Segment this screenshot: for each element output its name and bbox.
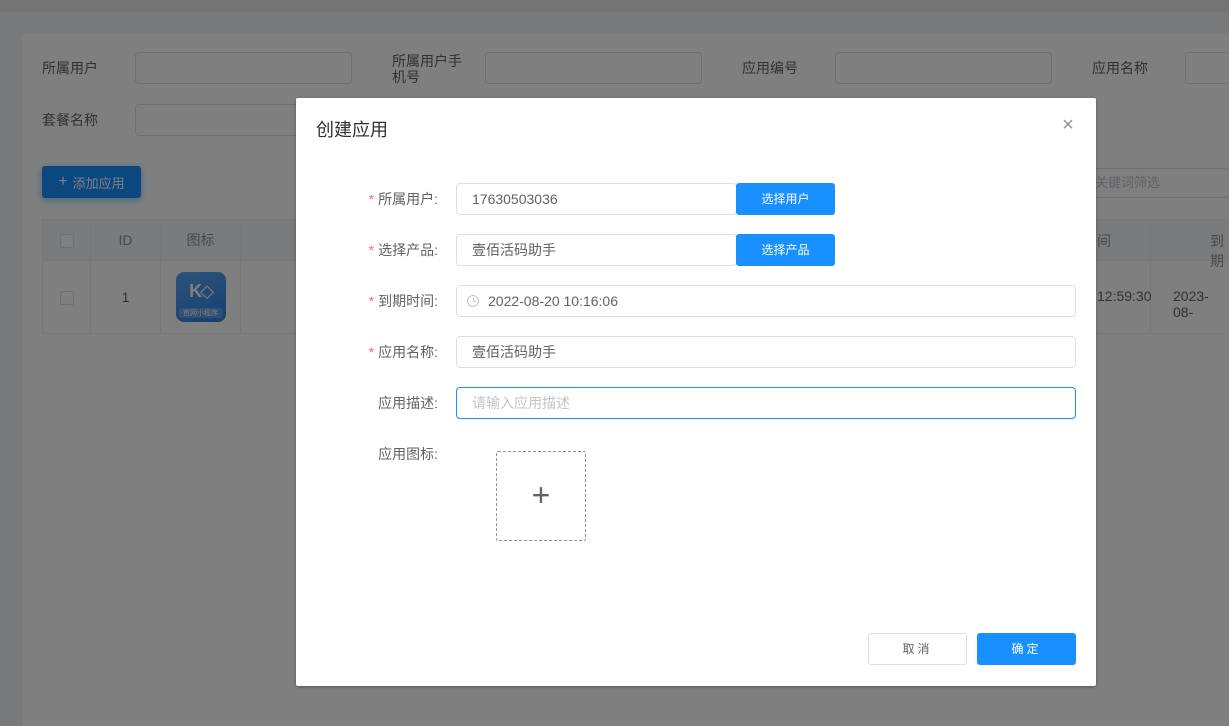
app-desc-input[interactable] <box>456 387 1076 419</box>
dialog-title: 创建应用 <box>316 120 388 140</box>
expire-time-label-text: 到期时间: <box>378 293 438 309</box>
create-app-dialog: 创建应用 × * 所属用户: 17630503036 选择用户 * 选择产品: 壹佰… <box>296 98 1096 686</box>
owner-user-label: * 所属用户: <box>369 183 438 215</box>
required-mark: * <box>368 242 375 258</box>
owner-user-input[interactable]: 17630503036 <box>456 183 737 215</box>
expire-time-value: 2022-08-20 10:16:06 <box>488 293 618 309</box>
owner-user-label-text: 所属用户: <box>378 191 438 207</box>
app-icon-label: 应用图标: <box>378 446 438 462</box>
icon-uploader[interactable]: + <box>496 451 586 541</box>
product-label: * 选择产品: <box>369 234 438 266</box>
app-name-input[interactable]: 壹佰活码助手 <box>456 336 1076 368</box>
app-desc-row: 应用描述: <box>296 387 1096 419</box>
product-row: * 选择产品: 壹佰活码助手 选择产品 <box>296 234 1096 266</box>
cancel-button[interactable]: 取消 <box>868 633 967 665</box>
required-mark: * <box>368 344 375 360</box>
select-user-button[interactable]: 选择用户 <box>736 183 835 215</box>
confirm-button[interactable]: 确定 <box>977 633 1076 665</box>
app-name-label-text: 应用名称: <box>378 344 438 360</box>
app-name-label: * 应用名称: <box>369 336 438 368</box>
select-product-button[interactable]: 选择产品 <box>736 234 835 266</box>
product-label-text: 选择产品: <box>378 242 438 258</box>
required-mark: * <box>368 293 375 309</box>
clock-icon <box>467 295 479 307</box>
expire-time-picker[interactable]: 2022-08-20 10:16:06 <box>456 285 1076 317</box>
owner-user-row: * 所属用户: 17630503036 选择用户 <box>296 183 1096 215</box>
app-name-row: * 应用名称: 壹佰活码助手 <box>296 336 1096 368</box>
expire-time-label: * 到期时间: <box>369 285 438 317</box>
expire-time-row: * 到期时间: 2022-08-20 10:16:06 <box>296 285 1096 317</box>
close-icon[interactable]: × <box>1058 115 1078 136</box>
plus-icon: + <box>531 477 551 513</box>
product-input[interactable]: 壹佰活码助手 <box>456 234 737 266</box>
app-icon-row: 应用图标: <box>296 438 1096 470</box>
required-mark: * <box>368 191 375 207</box>
app-desc-label: 应用描述: <box>378 395 438 411</box>
